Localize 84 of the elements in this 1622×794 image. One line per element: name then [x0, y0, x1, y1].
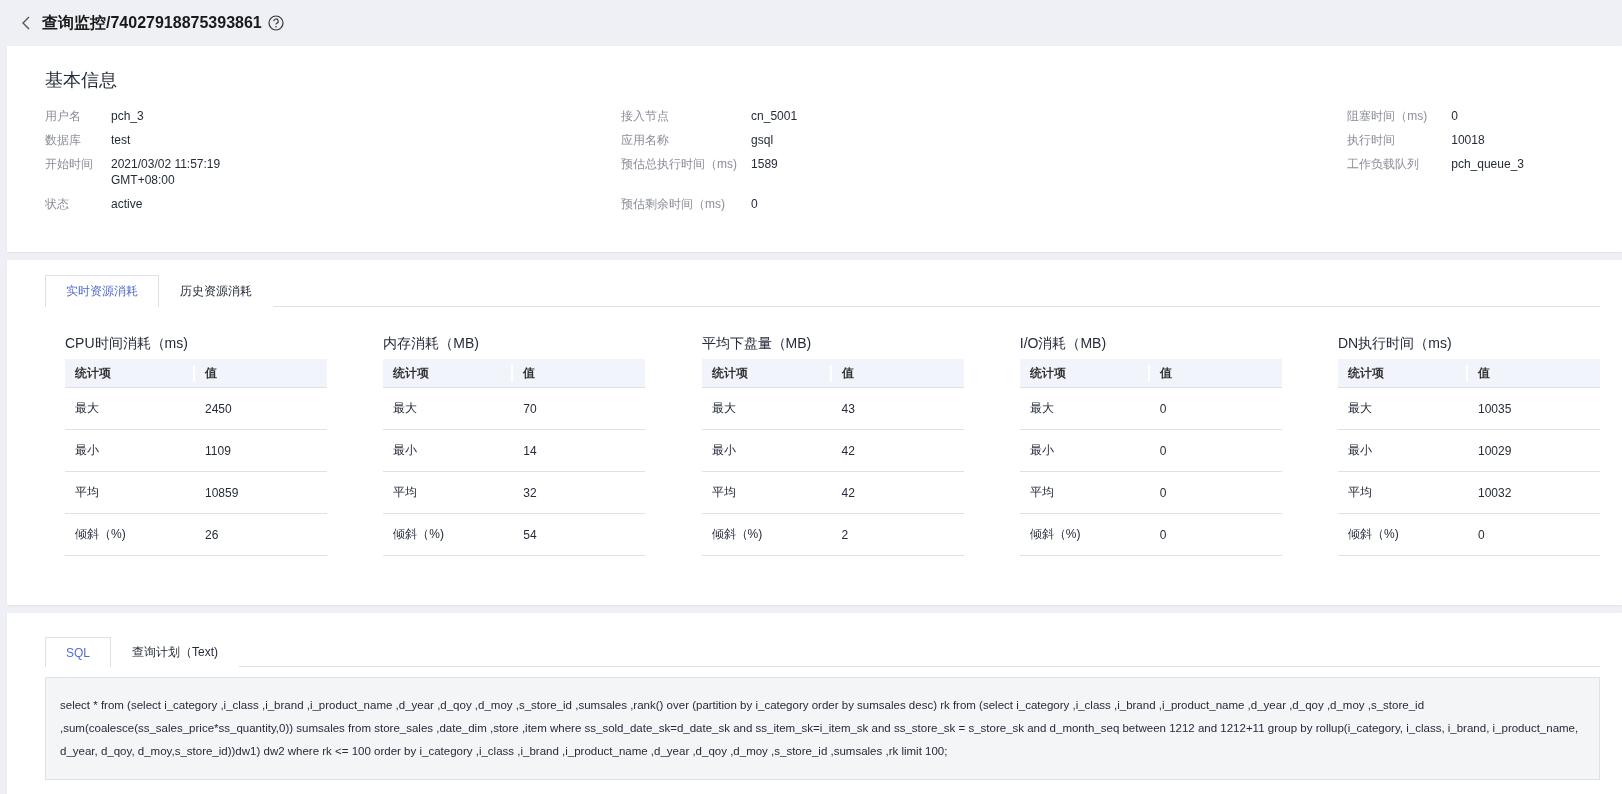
field-label: 状态	[45, 196, 70, 212]
table-cell-text: 平均	[392, 484, 419, 501]
table-cell-text: 0	[1158, 485, 1167, 500]
table-cell-text: 最大	[1347, 400, 1373, 417]
field-label: 开始时间	[45, 156, 94, 173]
table-cell-text: 倾斜（%)	[1347, 526, 1400, 543]
field-label: 应用名称	[621, 132, 671, 148]
table-cell-text: 43	[840, 401, 855, 416]
table-title: 内存消耗（MB)	[383, 335, 480, 353]
field-value: 0	[1451, 108, 1458, 124]
table-cell-text: 42	[840, 485, 855, 500]
table-cell-text: 平均	[710, 484, 737, 501]
field-label: 数据库	[45, 132, 82, 148]
back-icon[interactable]	[22, 16, 30, 30]
table-cell-text: 26	[204, 527, 219, 542]
table-title: 平均下盘量（MB)	[701, 335, 813, 353]
field-value: 2021/03/02 11:57:19 GMT+08:00	[111, 156, 222, 188]
table-cell-text: 倾斜（%)	[1028, 526, 1082, 543]
column-header: 统计项	[383, 364, 514, 382]
table-cell-text: 最小	[710, 442, 737, 459]
table-cell-text: 平均	[1347, 484, 1373, 501]
table-cell-text: 倾斜（%)	[74, 526, 127, 543]
table-cell-text: 0	[1158, 527, 1167, 542]
table-cell-text: 2450	[204, 401, 232, 416]
table-cell-text: 最小	[1028, 442, 1055, 459]
table-title: DN执行时间（ms)	[1338, 335, 1453, 353]
field-value: pch_3	[111, 108, 144, 124]
table-cell-text: 42	[840, 443, 855, 458]
column-header: 值	[840, 364, 854, 382]
table-cell-text: 平均	[1028, 484, 1055, 501]
column-header: 统计项	[701, 364, 832, 382]
column-header: 值	[1476, 364, 1490, 382]
table-cell-text: 最小	[74, 442, 100, 459]
field-value: 10018	[1451, 132, 1485, 148]
table-cell-text: 最小	[1347, 442, 1373, 459]
table-title: CPU时间消耗（ms)	[65, 335, 189, 353]
field-label: 预估剩余时间（ms)	[621, 196, 727, 212]
tab[interactable]: SQL	[45, 637, 111, 667]
table-cell-text: 0	[1477, 527, 1485, 542]
table-cell-text: 倾斜（%)	[710, 526, 764, 543]
column-header: 统计项	[1019, 364, 1150, 382]
page-title: 查询监控/74027918875393861	[42, 12, 262, 33]
column-header: 值	[203, 364, 217, 382]
table-cell-text: 10859	[204, 485, 239, 500]
help-icon[interactable]	[267, 15, 284, 31]
field-value: active	[111, 196, 143, 212]
table-cell-text: 0	[1158, 401, 1167, 416]
table-cell-text: 54	[522, 527, 537, 542]
field-label: 预估总执行时间（ms)	[621, 156, 739, 172]
table-cell-text: 70	[522, 401, 537, 416]
table-cell-text: 10035	[1477, 401, 1512, 416]
table-title: I/O消耗（MB)	[1019, 335, 1108, 353]
table-cell-text: 0	[1158, 443, 1167, 458]
column-header: 统计项	[1338, 364, 1468, 382]
field-value: gsql	[751, 132, 774, 148]
field-label: 执行时间	[1347, 132, 1397, 148]
section-title: 基本信息	[45, 69, 118, 92]
column-header: 统计项	[65, 364, 195, 382]
field-value: pch_queue_3	[1451, 156, 1524, 172]
field-value: cn_5001	[751, 108, 798, 124]
field-label: 阻塞时间（ms)	[1347, 108, 1429, 124]
table-cell-text: 10029	[1477, 443, 1512, 458]
field-value: test	[111, 132, 131, 148]
field-label: 工作负载队列	[1347, 156, 1421, 172]
table-cell-text: 倾斜（%)	[392, 526, 445, 543]
table-cell-text: 2	[840, 527, 849, 542]
tab[interactable]: 实时资源消耗	[45, 275, 159, 307]
column-header: 值	[521, 364, 536, 382]
table-cell-text: 14	[522, 443, 537, 458]
column-header: 值	[1158, 364, 1172, 382]
table-cell-text: 最小	[392, 442, 419, 459]
field-value: 1589	[751, 156, 778, 172]
field-value: 0	[751, 196, 758, 212]
field-label: 用户名	[45, 108, 82, 124]
table-cell-text: 最大	[710, 400, 737, 417]
field-label: 接入节点	[621, 108, 671, 124]
sql-text: select * from (select i_category ,i_class ,i_brand ,i_product_name ,d_year ,d_qoy ,d_moy ,s_store_id ,sumsales ,rank() over (partition by i_category order by sumsales desc) rk from (select i_category ,i_class ,i_brand ,i_product_name ,d_year ,d_qoy ,d_moy ,s_store_id ,sum(coalesce(ss_sales_price*ss_quantity,0)) sumsales from store_sales ,date_dim ,store ,item where ss_sold_date_sk=d_date_sk and ss_item_sk=i_item_sk and ss_store_sk = s_store_sk and d_month_seq between 1212 and 1212+11 group by rollup(i_category, i_class, i_brand, i_product_name, d_year, d_qoy, d_moy,s_store_id))dw1) dw2 where rk <= 100 order by i_category ,i_class ,i_brand ,i_product_name ,d_year ,d_qoy ,d_moy ,s_store_id ,sumsales ,rk limit 100;	[45, 677, 1600, 780]
table-cell-text: 最大	[392, 400, 419, 417]
table-cell-text: 最大	[1028, 400, 1055, 417]
table-cell-text: 10032	[1477, 485, 1512, 500]
table-cell-text: 最大	[74, 400, 100, 417]
table-cell-text: 32	[522, 485, 537, 500]
table-cell-text: 1109	[204, 443, 231, 458]
table-cell-text: 平均	[74, 484, 100, 501]
